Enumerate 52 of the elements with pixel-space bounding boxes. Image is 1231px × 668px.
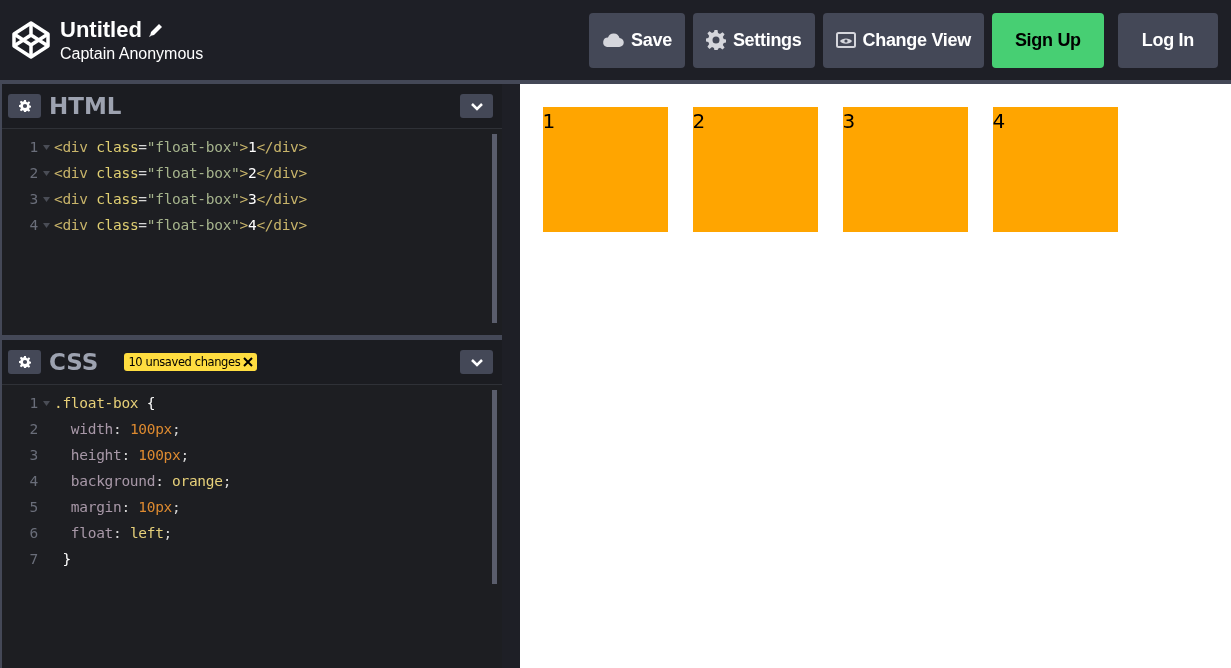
cube-logo-icon[interactable] (10, 19, 52, 61)
line-number: 7 (28, 551, 38, 567)
code-line: .float-box { (54, 395, 156, 411)
editor-settings-button[interactable] (8, 94, 41, 118)
float-box: 1 (542, 107, 668, 232)
gear-icon (18, 100, 31, 112)
scrollbar[interactable] (492, 134, 497, 323)
line-number: 6 (28, 525, 38, 541)
collapse-button[interactable] (460, 350, 493, 374)
save-button[interactable]: Save (589, 12, 685, 68)
code-line: <div class="float-box">3</div> (54, 191, 307, 207)
chevron-down-icon (469, 357, 484, 367)
author-name: Captain Anonymous (60, 45, 204, 63)
pencil-icon[interactable] (147, 22, 163, 38)
line-number: 4 (28, 217, 38, 233)
line-number: 5 (28, 499, 38, 515)
line-number: 2 (28, 165, 38, 181)
editor-settings-button[interactable] (8, 350, 41, 374)
code-line: width: 100px; (69, 421, 181, 437)
change-view-button[interactable]: Change View (822, 12, 984, 68)
float-box: 2 (692, 107, 818, 232)
editor-title: HTML (49, 93, 122, 119)
line-number: 1 (28, 395, 38, 411)
line-number: 4 (28, 473, 38, 489)
code-line: <div class="float-box">4</div> (54, 217, 307, 233)
code-line: background: orange; (69, 473, 232, 489)
chevron-down-icon (469, 101, 484, 111)
unsaved-changes-badge[interactable]: 10 unsaved changes (124, 353, 258, 371)
code-line: height: 100px; (69, 447, 189, 463)
line-number: 3 (28, 447, 38, 463)
sign-up-button[interactable]: Sign Up (991, 12, 1104, 68)
close-icon[interactable] (243, 357, 254, 367)
float-box: 3 (842, 107, 968, 232)
editor-title: CSS (49, 349, 99, 375)
pen-title[interactable]: Untitled (60, 17, 142, 43)
eye-window-icon (835, 32, 856, 48)
line-number: 2 (28, 421, 38, 437)
code-line: margin: 10px; (69, 499, 181, 515)
line-number: 1 (28, 139, 38, 155)
settings-button[interactable]: Settings (692, 12, 815, 68)
code-line: } (61, 551, 71, 567)
cloud-icon (602, 32, 625, 48)
float-box: 4 (992, 107, 1118, 232)
code-line: <div class="float-box">2</div> (54, 165, 307, 181)
gear-icon (18, 356, 31, 368)
gear-icon (705, 30, 726, 50)
scrollbar[interactable] (492, 390, 497, 584)
code-line: <div class="float-box">1</div> (54, 139, 307, 155)
log-in-button[interactable]: Log In (1117, 12, 1218, 68)
line-number: 3 (28, 191, 38, 207)
code-line: float: left; (69, 525, 173, 541)
collapse-button[interactable] (460, 94, 493, 118)
